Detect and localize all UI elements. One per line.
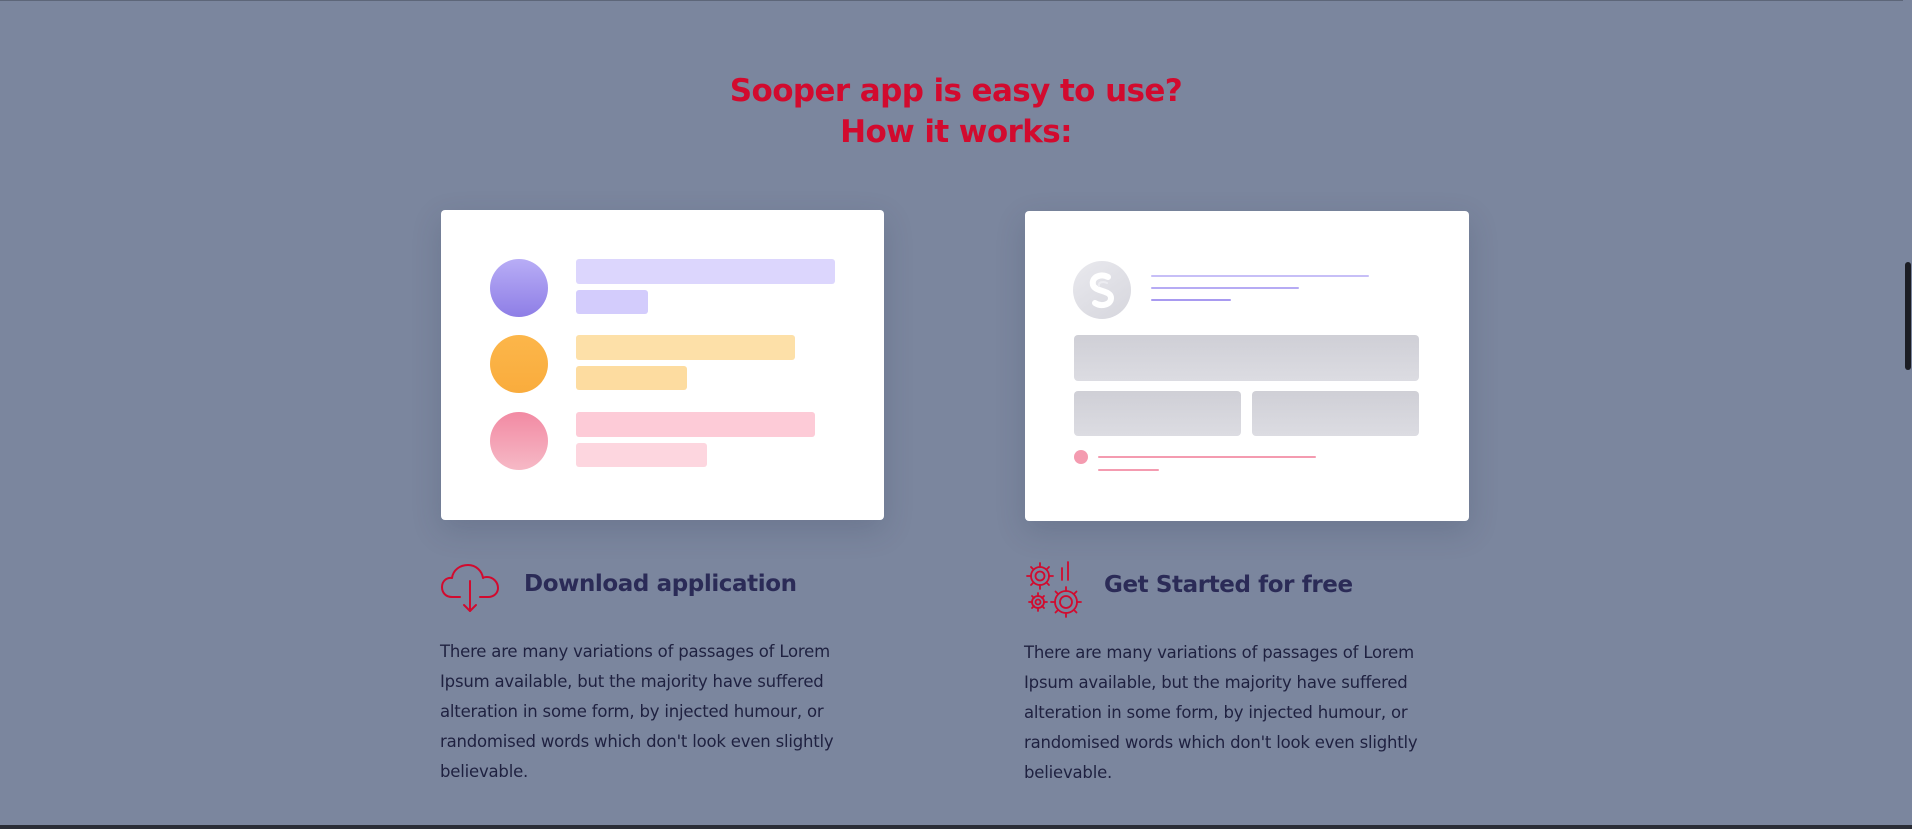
gray-block-left [1074,391,1241,436]
pink-circle [490,412,548,470]
orange-bar-long [576,335,795,360]
feature-title-get-started: Get Started for free [1104,572,1353,598]
pink-bar-long [576,412,815,437]
purple-bar-long [576,259,835,284]
pink-line-short [1098,469,1159,471]
how-it-works-section: Sooper app is easy to use? How it works: [0,0,1912,829]
profile-line-3 [1151,299,1231,301]
feature-text-get-started: There are many variations of passages of… [1024,643,1418,782]
pink-line-long [1098,456,1316,458]
heading-line-1: Sooper app is easy to use? [729,73,1183,109]
profile-line-2 [1151,287,1299,289]
bottom-edge [0,825,1912,829]
purple-circle [490,259,548,317]
app-list-illustration [441,210,884,520]
section-heading: Sooper app is easy to use? How it works: [0,71,1912,153]
app-profile-illustration [1025,211,1469,521]
orange-circle [490,335,548,393]
scrollbar-thumb[interactable] [1905,262,1911,370]
pink-bar-short [576,443,707,467]
feature-text-download: There are many variations of passages of… [440,642,834,781]
scrollbar-track[interactable] [1903,0,1912,829]
pink-dot [1074,450,1088,464]
purple-bar-short [576,290,648,314]
profile-line-1 [1151,275,1369,277]
gray-block-right [1252,391,1419,436]
sooper-s-logo-icon [1073,261,1131,319]
orange-bar-short [576,366,687,390]
feature-title-download: Download application [524,571,797,597]
heading-line-2: How it works: [840,114,1072,150]
gray-banner-block [1074,335,1419,381]
gears-icon [1024,560,1086,620]
cloud-download-icon [440,562,500,614]
